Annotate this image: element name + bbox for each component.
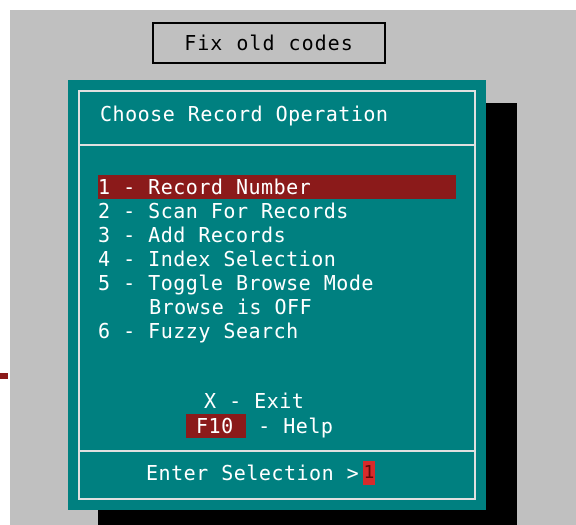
prompt-divider bbox=[78, 450, 476, 452]
app-title: Fix old codes bbox=[184, 31, 354, 55]
exit-option[interactable]: X - Exit bbox=[204, 389, 304, 413]
f10-key[interactable]: F10 bbox=[186, 414, 246, 438]
menu-item-fuzzy-search[interactable]: 6 - Fuzzy Search bbox=[98, 319, 456, 343]
browse-mode-status: Browse is OFF bbox=[124, 295, 313, 319]
selection-prompt: Enter Selection > 1 bbox=[146, 460, 376, 486]
dialog-shadow-bottom bbox=[98, 510, 517, 525]
menu-item-add-records[interactable]: 3 - Add Records bbox=[98, 223, 456, 247]
menu-item-index-selection[interactable]: 4 - Index Selection bbox=[98, 247, 456, 271]
app-title-box: Fix old codes bbox=[152, 22, 386, 64]
title-divider bbox=[78, 144, 476, 146]
help-label: - Help bbox=[245, 414, 334, 438]
record-operation-dialog: Choose Record Operation 1 - Record Numbe… bbox=[68, 80, 486, 510]
left-border-strip bbox=[0, 0, 10, 525]
dialog-title: Choose Record Operation bbox=[100, 102, 389, 126]
help-option[interactable]: F10 - Help bbox=[186, 414, 333, 438]
menu-item-toggle-browse-mode[interactable]: 5 - Toggle Browse Mode bbox=[98, 271, 456, 295]
top-border-strip bbox=[0, 0, 576, 10]
menu-item-scan-for-records[interactable]: 2 - Scan For Records bbox=[98, 199, 456, 223]
menu-item-record-number[interactable]: 1 - Record Number bbox=[98, 175, 456, 199]
prompt-label: Enter Selection > bbox=[146, 461, 360, 485]
dialog-shadow-right bbox=[486, 103, 517, 510]
edge-marker bbox=[0, 373, 8, 379]
selection-input[interactable]: 1 bbox=[363, 461, 376, 485]
